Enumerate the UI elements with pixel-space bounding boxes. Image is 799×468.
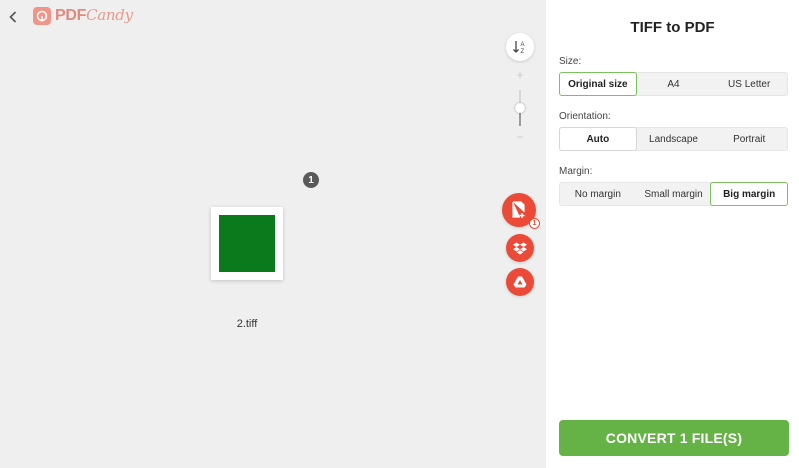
size-option-original[interactable]: Original size <box>559 72 637 96</box>
zoom-out-button[interactable]: − <box>515 131 525 143</box>
margin-option-big[interactable]: Big margin <box>710 182 789 206</box>
file-thumbnail[interactable] <box>211 207 283 280</box>
google-drive-icon <box>513 276 527 288</box>
sort-button[interactable]: A Z <box>506 33 534 61</box>
margin-label: Margin: <box>559 166 593 177</box>
panel-title: TIFF to PDF <box>630 19 715 36</box>
svg-text:A: A <box>521 42 525 48</box>
google-drive-button[interactable] <box>506 268 534 296</box>
margin-selector: No margin Small margin Big margin <box>559 182 789 206</box>
zoom-slider-handle[interactable] <box>515 103 525 113</box>
convert-button[interactable]: CONVERT 1 FILE(S) <box>559 420 789 456</box>
size-option-us-letter[interactable]: US Letter <box>711 73 787 95</box>
svg-text:Z: Z <box>521 49 525 55</box>
pdfcandy-logo[interactable]: PDFCandy <box>33 6 133 25</box>
candy-logo-icon <box>33 6 51 25</box>
add-file-icon <box>512 201 525 218</box>
file-workspace: PDFCandy A Z + − 1 2.tiff 1 <box>0 0 546 468</box>
size-selector: Original size A4 US Letter <box>559 72 788 96</box>
orientation-option-portrait[interactable]: Portrait <box>711 128 787 150</box>
file-preview-image <box>219 215 275 272</box>
margin-option-small[interactable]: Small margin <box>636 183 712 205</box>
dropbox-button[interactable] <box>506 234 534 262</box>
settings-panel: TIFF to PDF Size: Original size A4 US Le… <box>546 0 799 468</box>
back-button[interactable] <box>6 7 20 27</box>
logo-text: PDFCandy <box>55 6 133 24</box>
orientation-selector: Auto Landscape Portrait <box>559 127 788 151</box>
margin-option-none[interactable]: No margin <box>560 183 636 205</box>
orientation-option-auto[interactable]: Auto <box>559 127 637 151</box>
add-file-badge: 1 <box>529 218 540 229</box>
zoom-in-button[interactable]: + <box>515 69 525 81</box>
sort-az-icon: A Z <box>513 41 525 55</box>
size-option-a4[interactable]: A4 <box>636 73 712 95</box>
size-label: Size: <box>559 56 582 67</box>
orientation-option-landscape[interactable]: Landscape <box>636 128 712 150</box>
file-count-badge: 1 <box>303 172 319 188</box>
dropbox-icon <box>513 242 527 254</box>
file-name: 2.tiff <box>236 318 258 330</box>
chevron-left-icon <box>9 11 17 23</box>
orientation-label: Orientation: <box>559 111 611 122</box>
